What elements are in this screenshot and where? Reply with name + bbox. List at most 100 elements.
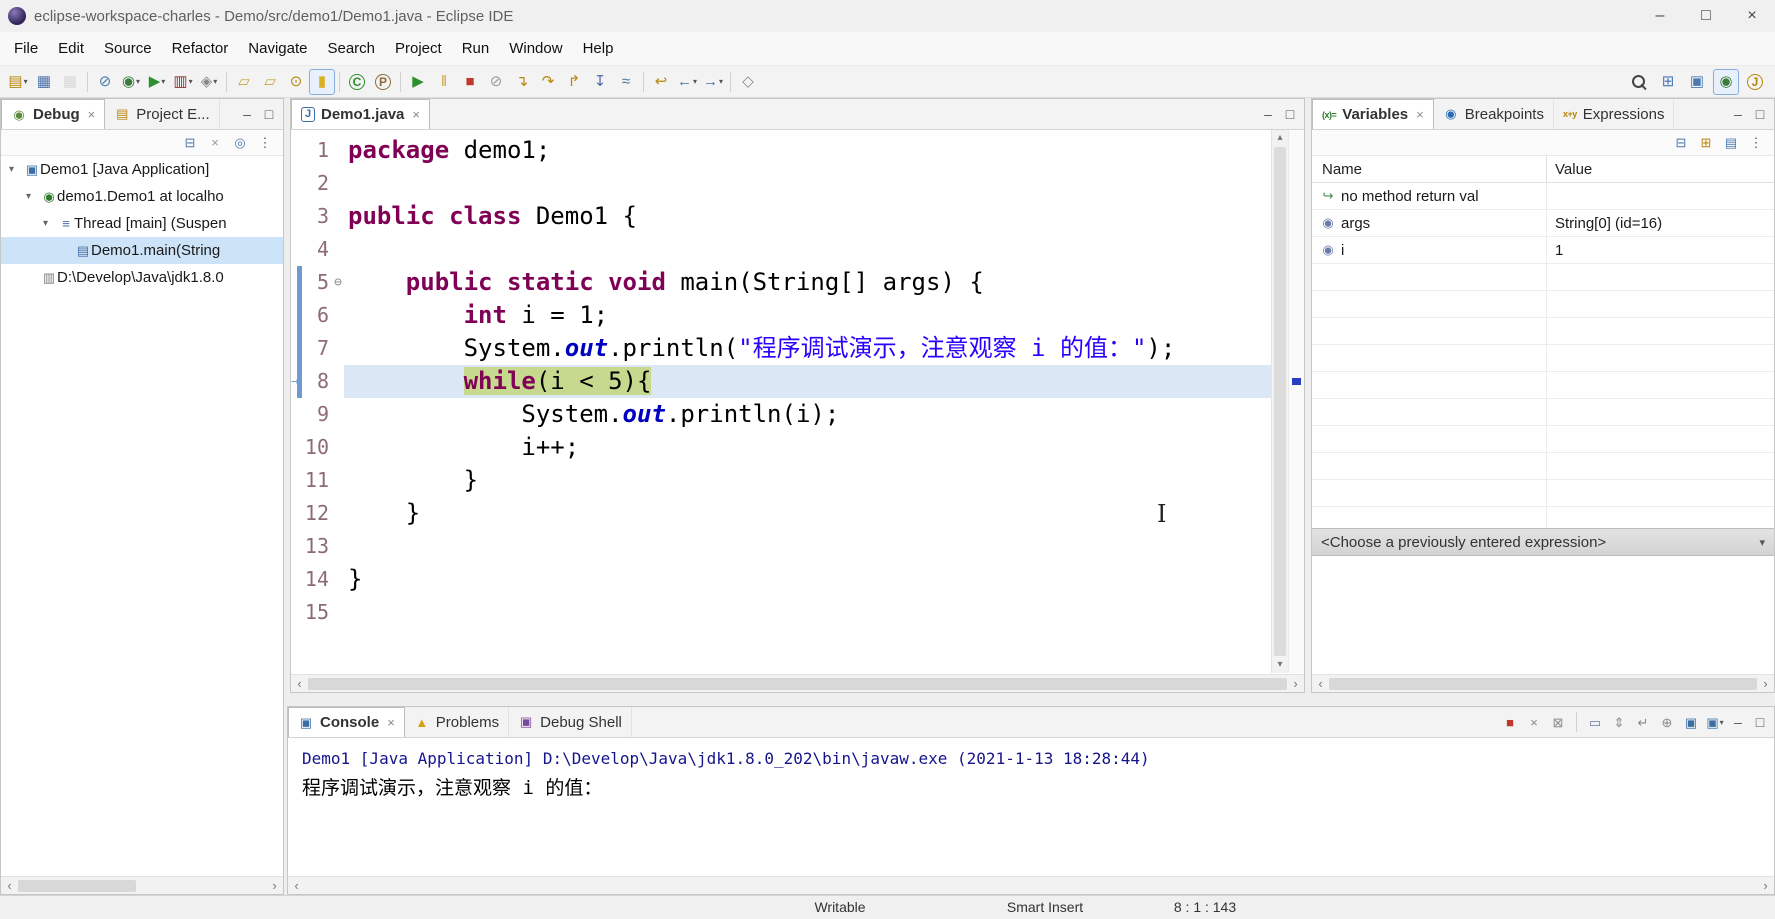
open-resource-button[interactable]: ▱ bbox=[257, 69, 283, 95]
close-icon[interactable]: × bbox=[412, 107, 420, 122]
scroll-down-icon[interactable]: ▾ bbox=[1272, 657, 1288, 673]
code-text[interactable]: package demo1; bbox=[344, 134, 1271, 167]
code-text[interactable]: } bbox=[344, 497, 1271, 530]
code-text[interactable]: System.out.println("程序调试演示，注意观察 i 的值："); bbox=[344, 332, 1271, 365]
step-over-button[interactable]: ↷ bbox=[535, 69, 561, 95]
search-button[interactable] bbox=[1626, 69, 1652, 95]
tree-item-launch[interactable]: ▾ ▣ Demo1 [Java Application] bbox=[1, 156, 283, 183]
pin-console-button[interactable]: ⊕ bbox=[1657, 712, 1677, 732]
expression-prompt-bar[interactable]: <Choose a previously entered expression>… bbox=[1312, 528, 1774, 556]
expander-icon[interactable]: ▾ bbox=[43, 218, 58, 229]
menu-file[interactable]: File bbox=[4, 40, 48, 57]
back-button[interactable]: ← ▾ bbox=[674, 69, 700, 95]
maximize-view-button[interactable]: □ bbox=[1751, 106, 1769, 122]
column-name[interactable]: Name bbox=[1312, 156, 1547, 182]
tab-variables[interactable]: (x)= Variables × bbox=[1312, 99, 1434, 129]
minimize-button[interactable]: – bbox=[1637, 0, 1683, 32]
variable-row-var-args[interactable]: ◉ args String[0] (id=16) bbox=[1312, 210, 1774, 237]
expander-icon[interactable]: ▾ bbox=[9, 164, 24, 175]
code-text[interactable]: public class Demo1 { bbox=[344, 200, 1271, 233]
show-logical-structure-button[interactable]: ⊞ bbox=[1696, 133, 1716, 153]
current-line-marker-icon[interactable] bbox=[1292, 378, 1301, 385]
view-menu-button[interactable]: ⋮ bbox=[255, 133, 275, 153]
menu-edit[interactable]: Edit bbox=[48, 40, 94, 57]
tab-demo1-java[interactable]: J Demo1.java × bbox=[291, 99, 430, 129]
step-return-button[interactable]: ↱ bbox=[561, 69, 587, 95]
close-icon[interactable]: × bbox=[1416, 107, 1424, 122]
close-icon[interactable]: × bbox=[387, 715, 395, 730]
maximize-view-button[interactable]: □ bbox=[1281, 106, 1299, 122]
new-wizard-button[interactable]: ▤ ▾ bbox=[5, 69, 31, 95]
minimize-view-button[interactable]: – bbox=[1729, 714, 1747, 730]
search-flashlight-button[interactable]: ⊙ bbox=[283, 69, 309, 95]
menu-refactor[interactable]: Refactor bbox=[162, 40, 239, 57]
terminate-console-button[interactable]: ■ bbox=[1500, 712, 1520, 732]
code-text[interactable] bbox=[344, 233, 1271, 266]
code-text[interactable] bbox=[344, 530, 1271, 563]
column-value[interactable]: Value bbox=[1547, 156, 1774, 182]
minimize-view-button[interactable]: – bbox=[238, 106, 256, 122]
perspective-java-ee-button[interactable]: ▣ bbox=[1684, 69, 1710, 95]
scrollbar-thumb[interactable] bbox=[308, 678, 1287, 690]
remove-all-launches-button[interactable]: ⊠ bbox=[1548, 712, 1568, 732]
scroll-right-icon[interactable]: › bbox=[1287, 675, 1304, 692]
menu-navigate[interactable]: Navigate bbox=[238, 40, 317, 57]
drop-to-frame-button[interactable]: ↧ bbox=[587, 69, 613, 95]
console-output-area[interactable]: Demo1 [Java Application] D:\Develop\Java… bbox=[288, 738, 1774, 876]
run-button[interactable]: ▶ ▾ bbox=[144, 69, 170, 95]
tree-item-jvm-process[interactable]: ▥ D:\Develop\Java\jdk1.8.0 bbox=[1, 264, 283, 291]
tab-expressions[interactable]: x+y Expressions bbox=[1554, 99, 1675, 129]
suspend-button[interactable]: ‖ bbox=[431, 69, 457, 95]
disconnect-button[interactable]: ⊘ bbox=[483, 69, 509, 95]
scroll-right-icon[interactable]: › bbox=[266, 877, 283, 894]
terminate-button[interactable]: ■ bbox=[457, 69, 483, 95]
menu-help[interactable]: Help bbox=[573, 40, 624, 57]
save-button[interactable]: ▦ bbox=[31, 69, 57, 95]
step-into-button[interactable]: ↴ bbox=[509, 69, 535, 95]
menu-run[interactable]: Run bbox=[452, 40, 500, 57]
code-text[interactable]: } bbox=[344, 563, 1271, 596]
scroll-left-icon[interactable]: ‹ bbox=[1, 877, 18, 894]
scroll-left-icon[interactable]: ‹ bbox=[1312, 675, 1329, 692]
use-step-filters-button[interactable]: ≈ bbox=[613, 69, 639, 95]
code-editor[interactable]: 1 package demo1; 2 3 public class Demo1 {4 5 ⊖… bbox=[291, 130, 1271, 673]
code-text[interactable]: i++; bbox=[344, 431, 1271, 464]
scroll-left-icon[interactable]: ‹ bbox=[291, 675, 308, 692]
console-horizontal-scrollbar[interactable]: ‹ › bbox=[288, 876, 1774, 894]
code-text[interactable]: } bbox=[344, 464, 1271, 497]
debug-button[interactable]: ◉ ▾ bbox=[118, 69, 144, 95]
scroll-up-icon[interactable]: ▴ bbox=[1272, 130, 1288, 146]
minimize-view-button[interactable]: – bbox=[1729, 106, 1747, 122]
tab-debug-shell[interactable]: ▣ Debug Shell bbox=[509, 707, 632, 737]
display-selected-console-button[interactable]: ▣ bbox=[1681, 712, 1701, 732]
editor-vertical-scrollbar[interactable]: ▴ ▾ bbox=[1271, 130, 1288, 673]
tab-debug[interactable]: ◉ Debug × bbox=[1, 99, 106, 129]
collapse-all-button[interactable]: ⊟ bbox=[1671, 133, 1691, 153]
perspective-debug-button[interactable]: ◉ bbox=[1713, 68, 1739, 95]
scroll-right-icon[interactable]: › bbox=[1757, 675, 1774, 692]
variables-horizontal-scrollbar[interactable]: ‹ › bbox=[1312, 674, 1774, 692]
filter-threads-button[interactable]: ◎ bbox=[230, 133, 250, 153]
collapse-all-button[interactable]: ⊟ bbox=[180, 133, 200, 153]
save-all-button[interactable]: ▦ bbox=[57, 69, 83, 95]
expander-icon[interactable]: ▾ bbox=[26, 191, 41, 202]
code-text[interactable] bbox=[344, 167, 1271, 200]
variable-row-no-method-return[interactable]: ↪ no method return val bbox=[1312, 183, 1774, 210]
close-button[interactable]: × bbox=[1729, 0, 1775, 32]
forward-button[interactable]: → ▾ bbox=[700, 69, 726, 95]
maximize-view-button[interactable]: □ bbox=[260, 106, 278, 122]
tab-breakpoints[interactable]: ◉ Breakpoints bbox=[1434, 99, 1554, 129]
word-wrap-button[interactable]: ↵ bbox=[1633, 712, 1653, 732]
open-perspective-button[interactable]: ⊞ bbox=[1655, 69, 1681, 95]
scrollbar-thumb[interactable] bbox=[18, 880, 136, 892]
scroll-right-icon[interactable]: › bbox=[1757, 877, 1774, 894]
tab-problems[interactable]: ▲ Problems bbox=[405, 707, 510, 737]
tree-item-thread[interactable]: ▾ ≡ Thread [main] (Suspen bbox=[1, 210, 283, 237]
scroll-left-icon[interactable]: ‹ bbox=[288, 877, 305, 894]
overview-ruler[interactable] bbox=[1288, 130, 1304, 673]
open-type-button[interactable]: ▱ bbox=[231, 69, 257, 95]
scrollbar-thumb[interactable] bbox=[1274, 147, 1286, 656]
external-tools-button[interactable]: ◈ ▾ bbox=[196, 69, 222, 95]
code-text[interactable]: public static void main(String[] args) { bbox=[344, 266, 1271, 299]
code-text[interactable] bbox=[344, 596, 1271, 629]
